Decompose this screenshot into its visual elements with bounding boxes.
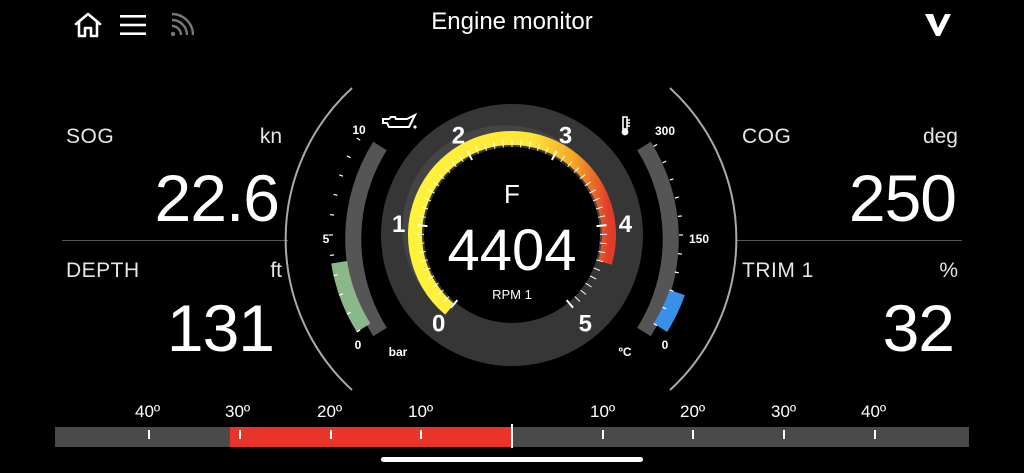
side-gauge-tick [669, 178, 674, 181]
rpm-tick-label: 5 [579, 310, 592, 337]
home-indicator[interactable] [381, 457, 643, 462]
rpm-tick-label: 0 [432, 310, 445, 337]
temp-mid-label: 150 [689, 232, 709, 246]
temp-unit-label: ºC [618, 345, 631, 359]
side-gauge-tick [338, 174, 344, 177]
rpm-tick [596, 224, 607, 228]
heel-labels-left: 40º 30º 20º 10º 10º 20º 30º 40º [0, 402, 1024, 422]
oil-max-label: 10 [352, 123, 366, 137]
oil-can-icon [382, 112, 418, 129]
temp-max-label: 300 [655, 124, 675, 138]
heel-label-left-20: 20º [317, 402, 343, 421]
rpm-tick-label: 1 [392, 211, 405, 238]
rpm-tick [520, 140, 522, 148]
side-gauge-tick [653, 143, 658, 148]
heel-bar [55, 424, 969, 448]
thermometer-icon [621, 116, 630, 136]
oil-mid-label: 5 [323, 232, 330, 246]
heel-label-right-10: 10º [590, 402, 616, 421]
heel-label-right-30: 30º [771, 402, 797, 421]
heel-label-right-20: 20º [680, 402, 706, 421]
rpm-value: 4404 [447, 218, 576, 283]
heel-label-left-40: 40º [135, 402, 161, 421]
oil-min-label: 0 [355, 338, 362, 352]
gear-indicator: F [504, 179, 520, 209]
heel-label-left-30: 30º [225, 402, 251, 421]
outer-arc-left [284, 87, 353, 391]
oil-unit-label: bar [389, 345, 408, 359]
rpm-tick [599, 242, 607, 245]
rpm-tick-label: 2 [452, 122, 465, 149]
rpm-label: RPM 1 [492, 287, 532, 302]
rpm-tick-label: 4 [619, 211, 633, 238]
side-gauge-tick [333, 193, 338, 196]
rpm-tick [502, 140, 504, 148]
heel-fill [229, 427, 512, 447]
rpm-tick [417, 242, 425, 245]
side-gauge-tick [356, 137, 361, 141]
side-gauge-tick [674, 196, 679, 199]
temp-min-label: 0 [662, 338, 669, 352]
rpm-tick-label: 3 [559, 122, 572, 149]
side-gauge-tick [662, 160, 667, 164]
rpm-tick [417, 224, 428, 228]
side-gauge-tick [346, 155, 351, 159]
heel-label-left-10: 10º [408, 402, 434, 421]
heel-label-right-40: 40º [861, 402, 887, 421]
